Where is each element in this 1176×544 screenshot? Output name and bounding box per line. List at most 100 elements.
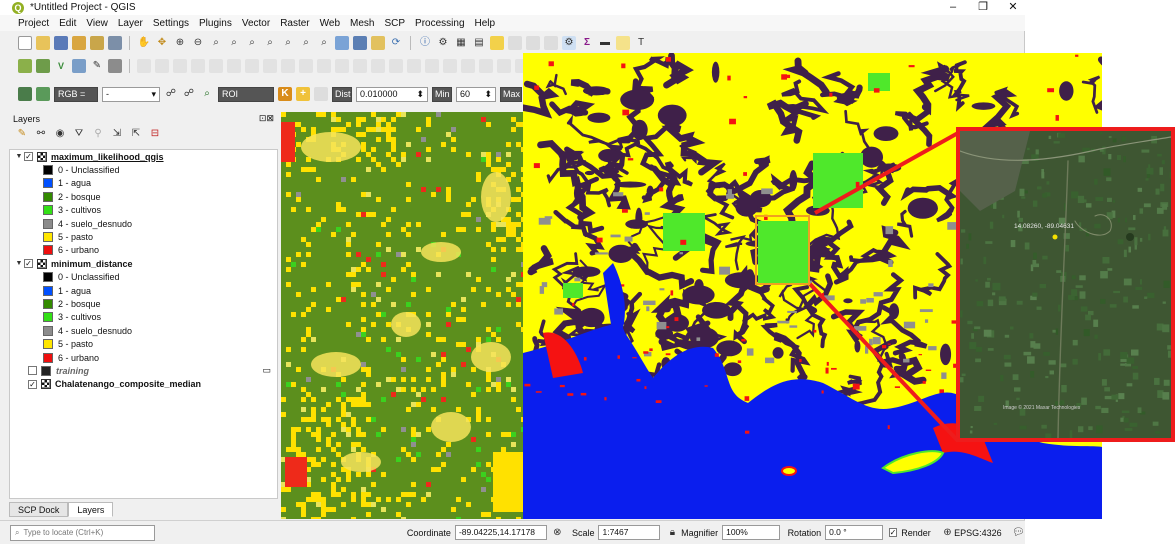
show-bookmarks-icon[interactable]: [371, 35, 385, 50]
zoom-in-icon[interactable]: ⊕: [173, 36, 187, 50]
expand-all-icon[interactable]: ⇲: [110, 127, 124, 141]
add-feature-icon[interactable]: [173, 58, 187, 73]
menu-edit[interactable]: Edit: [59, 18, 76, 29]
map-canvas-left[interactable]: [281, 112, 523, 519]
rgb-label-box[interactable]: RGB =: [54, 86, 98, 102]
menu-help[interactable]: Help: [475, 18, 496, 29]
menu-web[interactable]: Web: [320, 18, 340, 29]
open-project-icon[interactable]: [36, 35, 50, 50]
attribute-table-icon[interactable]: [508, 35, 522, 50]
layer-row-composite[interactable]: ✓ Chalatenango_composite_median: [10, 378, 277, 391]
menu-project[interactable]: Project: [18, 18, 49, 29]
menu-plugins[interactable]: Plugins: [199, 18, 232, 29]
pan-hand-icon[interactable]: ✋: [137, 36, 151, 50]
coordinate-field[interactable]: -89.04225,14.17178: [454, 525, 547, 540]
select-features-icon[interactable]: ▦: [454, 36, 468, 50]
processing-toolbox-icon[interactable]: ⚙: [562, 35, 576, 50]
digitize-icon[interactable]: [108, 58, 122, 73]
render-checkbox[interactable]: ✓: [888, 528, 898, 537]
messages-icon[interactable]: 💬︎: [1012, 526, 1025, 540]
menu-settings[interactable]: Settings: [153, 18, 189, 29]
roi-add-icon[interactable]: +: [296, 87, 310, 101]
vertex-tool-icon[interactable]: [191, 58, 205, 73]
roi-label-box[interactable]: ROI: [218, 86, 274, 102]
select-by-value-icon[interactable]: [490, 35, 504, 50]
save-edits-icon[interactable]: [155, 58, 169, 73]
measure-line-icon[interactable]: ▬: [598, 36, 612, 50]
collapse-arrow-icon[interactable]: ▼: [14, 153, 24, 160]
actions-icon[interactable]: ⚙: [436, 36, 450, 50]
delete-selected-icon[interactable]: [209, 58, 223, 73]
copy-features-icon[interactable]: [245, 58, 259, 73]
pan-to-selection-icon[interactable]: ✥: [155, 36, 169, 50]
text-annotation-icon[interactable]: T: [634, 36, 648, 50]
filter-funnel-icon[interactable]: ⛛: [72, 127, 86, 141]
label-tool-icon[interactable]: [335, 58, 349, 73]
zoom-full-icon[interactable]: ⌕: [227, 36, 241, 50]
zoom-rubberband-icon[interactable]: ⌕: [209, 36, 223, 50]
layer-visibility-checkbox[interactable]: [28, 366, 37, 376]
remove-layer-icon[interactable]: ⊟: [148, 127, 162, 141]
rgb-combo[interactable]: - ▾: [102, 86, 160, 102]
redo-icon[interactable]: [299, 58, 313, 73]
menu-raster[interactable]: Raster: [280, 18, 309, 29]
style-brush-icon[interactable]: ✎: [15, 127, 29, 141]
layer-visibility-checkbox[interactable]: ✓: [24, 152, 33, 162]
pin-label-icon[interactable]: [353, 58, 367, 73]
statistics-icon[interactable]: [544, 35, 558, 50]
close-button[interactable]: ✕: [1005, 0, 1021, 15]
scale-combo[interactable]: 1:7467: [598, 525, 660, 540]
tab-layers[interactable]: Layers: [68, 502, 114, 517]
menu-vector[interactable]: Vector: [242, 18, 270, 29]
advanced-digitize-icon[interactable]: [425, 58, 439, 73]
new-project-icon[interactable]: [18, 35, 32, 50]
crs-label[interactable]: EPSG:4326: [954, 528, 1002, 538]
zoom-to-roi-icon[interactable]: ⌕: [200, 87, 214, 101]
collapse-arrow-icon[interactable]: ▼: [14, 260, 24, 267]
menu-scp[interactable]: SCP: [384, 18, 405, 29]
cut-features-icon[interactable]: [227, 58, 241, 73]
tab-scp-dock[interactable]: SCP Dock: [9, 502, 69, 517]
rotate-label-icon[interactable]: [317, 58, 331, 73]
save-project-icon[interactable]: [54, 35, 68, 50]
edit-pencil-icon[interactable]: ✎: [90, 59, 104, 73]
add-delimited-text-icon[interactable]: V: [54, 59, 68, 73]
reshape-icon[interactable]: [461, 58, 475, 73]
zoom-native-icon[interactable]: ⌕: [281, 36, 295, 50]
locator-search-input[interactable]: ⌕ Type to locate (Ctrl+K): [10, 524, 155, 541]
roi-pointer-icon[interactable]: K: [278, 87, 292, 101]
dist-input[interactable]: 0.010000 ⬍: [356, 86, 428, 102]
show-layout-manager-icon[interactable]: [90, 35, 104, 50]
lock-scale-icon[interactable]: 🔒︎: [666, 526, 679, 540]
minimize-button[interactable]: –: [945, 0, 961, 15]
layer-row-maximum_likelihood_qgis[interactable]: ▼ ✓ maximum_likelihood_qgis: [10, 150, 277, 163]
menu-processing[interactable]: Processing: [415, 18, 464, 29]
redo-roi-icon[interactable]: [314, 87, 328, 101]
binoculars-icon[interactable]: ☍: [164, 87, 178, 101]
menu-view[interactable]: View: [86, 18, 108, 29]
add-group-icon[interactable]: ⚯: [34, 127, 48, 141]
scp-main-icon[interactable]: [18, 87, 32, 101]
new-map-view-icon[interactable]: [335, 35, 349, 50]
sum-statistics-icon[interactable]: Σ: [580, 36, 594, 50]
add-raster-layer-icon[interactable]: [36, 58, 50, 73]
filter-legend-icon[interactable]: ⚲: [91, 127, 105, 141]
paste-features-icon[interactable]: [263, 58, 277, 73]
layer-visibility-checkbox[interactable]: ✓: [24, 259, 33, 269]
style-manager-icon[interactable]: [108, 35, 122, 50]
scp-band-set-icon[interactable]: [36, 87, 50, 101]
binoculars-alt-icon[interactable]: ☍: [182, 87, 196, 101]
manage-visibility-icon[interactable]: ◉: [53, 127, 67, 141]
layer-visibility-checkbox[interactable]: ✓: [28, 379, 37, 389]
extents-toggle-icon[interactable]: ⊗: [551, 526, 564, 540]
magnifier-spin[interactable]: 100%: [722, 525, 780, 540]
bookmarks-icon[interactable]: [353, 35, 367, 50]
new-print-layout-icon[interactable]: [72, 35, 86, 50]
change-label-icon[interactable]: [407, 58, 421, 73]
zoom-last-icon[interactable]: ⌕: [299, 36, 313, 50]
rotation-spin[interactable]: 0.0 °: [825, 525, 883, 540]
collapse-all-icon[interactable]: ⇱: [129, 127, 143, 141]
zoom-to-selection-icon[interactable]: ⌕: [245, 36, 259, 50]
layer-row-training[interactable]: training ▭: [10, 364, 277, 377]
panel-float-close-icon[interactable]: ⊡⊠: [259, 113, 274, 124]
